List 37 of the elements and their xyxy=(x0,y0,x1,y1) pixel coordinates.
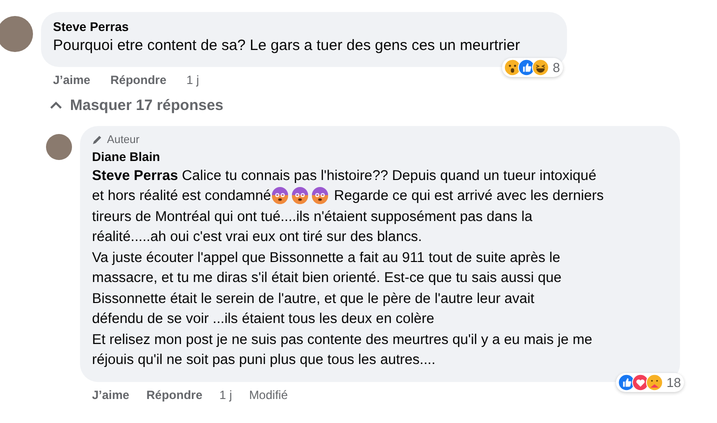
comment-text: Regarde ce qui est arrivé avec les derniers xyxy=(334,187,604,206)
comment-text: Bissonnette était le serein de l'autre, et que le père de l'autre leur avait xyxy=(92,290,534,308)
reaction-count: 8 xyxy=(552,60,560,74)
comment-text: tireurs de Montréal qui ont tué....ils n'étaient supposément pas dans la xyxy=(92,208,532,226)
author-label: Auteur xyxy=(107,134,140,146)
avatar[interactable] xyxy=(0,16,33,52)
like-link[interactable]: J’aime xyxy=(53,72,90,86)
comment-text: Steve Perras Calice tu connais pas l'histoire?? Depuis quand un tueur intoxiqué xyxy=(92,166,596,186)
dizzy-face-emoji-icon xyxy=(271,187,290,206)
pencil-icon xyxy=(92,134,103,145)
comment-text: et hors réalité est condamné xyxy=(92,187,272,206)
reaction-summary[interactable]: 18 xyxy=(616,372,684,392)
author-name[interactable]: Diane Blain xyxy=(92,150,160,164)
comment-time[interactable]: 1 j xyxy=(186,72,200,86)
comment-text: réjouis qu'il ne soit pas puni plus que tous les autres.... xyxy=(92,351,436,370)
author-name[interactable]: Steve Perras xyxy=(53,20,129,34)
like-reaction-icon xyxy=(618,374,635,390)
avatar[interactable] xyxy=(46,134,72,160)
dizzy-face-emoji-icon xyxy=(291,187,310,206)
haha-reaction-icon xyxy=(532,58,549,76)
comment-text: Et relisez mon post je ne suis pas contente des meurtres qu'il y a eu mais je me xyxy=(92,330,592,350)
love-reaction-icon xyxy=(632,374,649,390)
like-link[interactable]: J’aime xyxy=(92,388,130,402)
comment-text: défendu de se voir ...ils étaient tous les deux en colère xyxy=(92,310,434,329)
reaction-summary[interactable]: 8 xyxy=(502,58,563,76)
comment-text: massacre, et tu me diras s'il était bien orienté. Est-ce que tu sais aussi que xyxy=(92,269,562,288)
comment-text: réalité.....ah oui c'est vrai eux ont tiré sur des blancs. xyxy=(92,228,422,247)
comment-text: Va juste écouter l'appel que Bissonnette a fait au 911 tout de suite après le xyxy=(92,248,560,268)
reaction-count: 18 xyxy=(666,374,681,390)
reply-link[interactable]: Répondre xyxy=(146,388,202,402)
edited-label: Modifié xyxy=(249,388,288,402)
comment-text: Pourquoi etre content de sa? Le gars a tuer des gens ces un meurtrier xyxy=(53,36,520,56)
care-reaction-icon xyxy=(646,374,663,390)
comment-time[interactable]: 1 j xyxy=(219,388,232,402)
hide-replies-button[interactable]: Masquer 17 réponses xyxy=(50,96,224,114)
reply-link[interactable]: Répondre xyxy=(110,72,166,86)
dizzy-face-emoji-icon xyxy=(311,187,330,206)
